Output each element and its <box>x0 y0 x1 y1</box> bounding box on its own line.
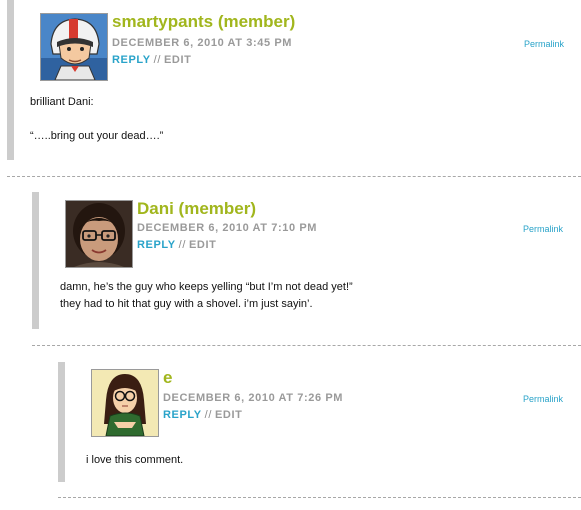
glasses-portrait-avatar-icon <box>66 201 132 267</box>
edit-link[interactable]: EDIT <box>215 409 242 421</box>
comment-divider <box>7 176 581 177</box>
comment-text-line: damn, he’s the guy who keeps yelling “bu… <box>60 281 353 293</box>
comment-date[interactable]: DECEMBER 6, 2010 AT 3:45 PM <box>112 37 292 49</box>
reply-link[interactable]: REPLY <box>137 239 176 251</box>
reply-link[interactable]: REPLY <box>112 54 151 66</box>
comment-thread-bar <box>32 192 39 329</box>
action-separator: // <box>204 409 212 421</box>
comment-text-line: i love this comment. <box>86 454 184 466</box>
edit-link[interactable]: EDIT <box>189 239 216 251</box>
comment-date[interactable]: DECEMBER 6, 2010 AT 7:10 PM <box>137 222 317 234</box>
comment-author[interactable]: e <box>163 368 172 388</box>
action-separator: // <box>153 54 161 66</box>
permalink[interactable]: Permalink <box>523 394 563 404</box>
comment-body: i love this comment. <box>86 452 183 469</box>
comment: smartypants (member) DECEMBER 6, 2010 AT… <box>7 0 581 160</box>
comment-actions: REPLY//EDIT <box>137 239 216 251</box>
comment-actions: REPLY//EDIT <box>112 54 191 66</box>
cartoon-girl-avatar-icon <box>92 370 158 436</box>
avatar[interactable] <box>91 369 159 437</box>
comment-text-line: “…..bring out your dead….” <box>30 130 164 142</box>
comment: Dani (member) DECEMBER 6, 2010 AT 7:10 P… <box>32 192 581 329</box>
comment-text-line: they had to hit that guy with a shovel. … <box>60 298 313 310</box>
reply-link[interactable]: REPLY <box>163 409 202 421</box>
comment-date[interactable]: DECEMBER 6, 2010 AT 7:26 PM <box>163 392 343 404</box>
avatar[interactable] <box>65 200 133 268</box>
comment-body: brilliant Dani: “…..bring out your dead…… <box>30 94 163 145</box>
permalink[interactable]: Permalink <box>524 39 564 49</box>
comment-thread-bar <box>7 0 14 160</box>
comment-author[interactable]: smartypants (member) <box>112 12 295 32</box>
comment-divider <box>58 497 581 498</box>
helmeted-racer-avatar-icon <box>41 14 107 80</box>
comment: e DECEMBER 6, 2010 AT 7:26 PM REPLY//EDI… <box>58 362 581 482</box>
avatar[interactable] <box>40 13 108 81</box>
edit-link[interactable]: EDIT <box>164 54 191 66</box>
comment-body: damn, he’s the guy who keeps yelling “bu… <box>60 279 353 313</box>
comment-text-line: brilliant Dani: <box>30 96 94 108</box>
action-separator: // <box>178 239 186 251</box>
comment-actions: REPLY//EDIT <box>163 409 242 421</box>
comment-thread-bar <box>58 362 65 482</box>
comment-author[interactable]: Dani (member) <box>137 199 256 219</box>
comment-divider <box>32 345 581 346</box>
permalink[interactable]: Permalink <box>523 224 563 234</box>
